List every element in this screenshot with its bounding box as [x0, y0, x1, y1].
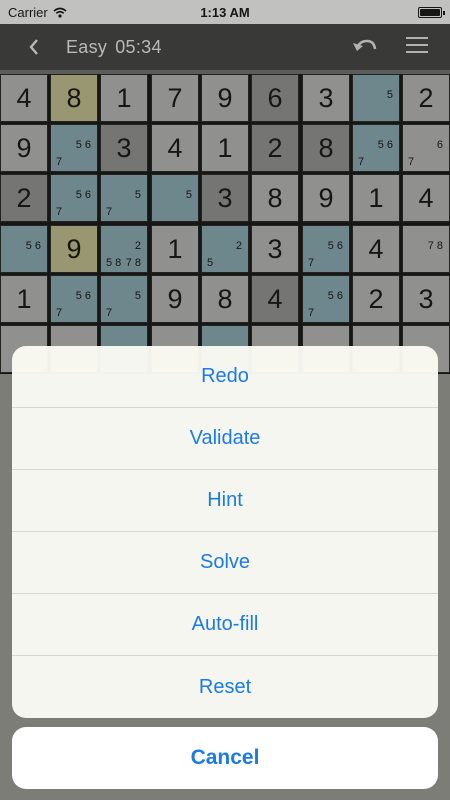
redo-button[interactable]: Redo — [12, 346, 438, 408]
hint-button[interactable]: Hint — [12, 470, 438, 532]
validate-button[interactable]: Validate — [12, 408, 438, 470]
solve-button[interactable]: Solve — [12, 532, 438, 594]
cancel-button[interactable]: Cancel — [12, 727, 438, 789]
reset-button[interactable]: Reset — [12, 656, 438, 718]
action-sheet: Redo Validate Hint Solve Auto-fill Reset — [12, 346, 438, 718]
auto-fill-button[interactable]: Auto-fill — [12, 594, 438, 656]
